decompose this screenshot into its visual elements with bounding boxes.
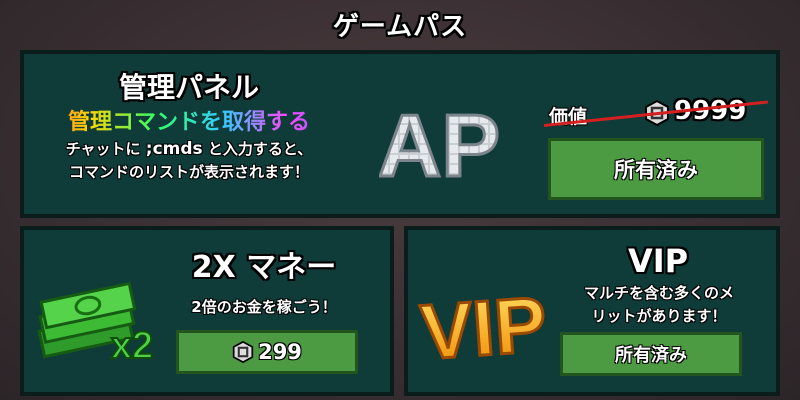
money-stack-icon: x2: [37, 281, 154, 365]
vip-logo: VIP: [416, 278, 551, 370]
admin-pass-subtitle: 管理コマンドを取得する: [24, 104, 354, 136]
vip-desc-line2: リットがあります！: [591, 307, 727, 325]
desc-line2: コマンドのリストが表示されます！: [68, 163, 309, 181]
ap-logo: AP: [379, 95, 499, 195]
vip-logo-text: VIP: [418, 280, 550, 370]
ap-logo-text: AP: [379, 96, 499, 194]
admin-owned-button[interactable]: 所有済み: [548, 138, 764, 200]
money-buy-button[interactable]: 299: [176, 330, 358, 374]
money-pass-description: 2倍のお金を稼ごう！: [191, 298, 337, 316]
desc-suffix: と入力すると、: [202, 140, 313, 158]
admin-pass-description: チャットに ;cmds と入力すると、 コマンドのリストが表示されます！: [24, 138, 354, 184]
vip-owned-button[interactable]: 所有済み: [560, 332, 742, 376]
admin-pass-title: 管理パネル: [118, 71, 259, 104]
vip-desc-line1: マルチを含む多くのメ: [583, 284, 734, 302]
robux-icon: [232, 341, 254, 363]
desc-command: ;cmds: [145, 139, 203, 159]
money-pass-card: x2 2X マネー 2倍のお金を稼ごう！ 299: [20, 226, 394, 396]
x2-label: x2: [111, 325, 153, 365]
desc-prefix: チャットに: [65, 140, 146, 158]
vip-pass-card: VIP VIP マルチを含む多くのメ リットがあります！ 所有済み: [404, 226, 780, 396]
page-title: ゲームパス: [332, 12, 468, 42]
vip-pass-description: マルチを含む多くのメ リットがあります！: [556, 282, 762, 328]
vip-pass-title: VIP: [627, 242, 689, 280]
admin-pass-card: 管理パネル 管理コマンドを取得する チャットに ;cmds と入力すると、 コマ…: [20, 50, 780, 218]
money-pass-title: 2X マネー: [191, 250, 337, 285]
money-price: 299: [258, 340, 302, 364]
